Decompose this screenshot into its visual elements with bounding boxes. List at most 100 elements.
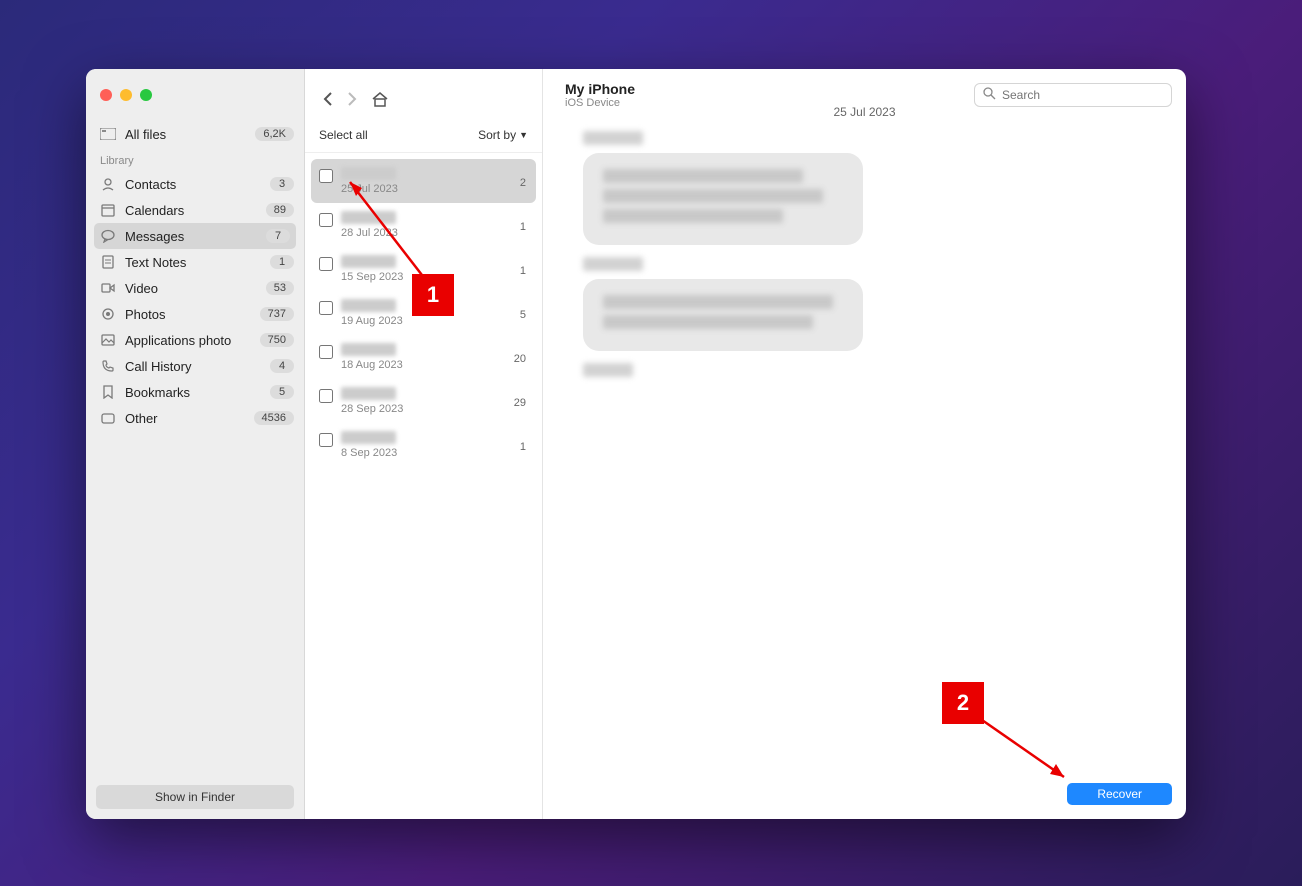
conversation-item[interactable]: 18 Aug 202320 — [311, 335, 536, 379]
conversation-date-header: 25 Jul 2023 — [833, 105, 895, 119]
contact-name-blurred — [341, 299, 396, 312]
conversation-item[interactable]: 8 Sep 20231 — [311, 423, 536, 467]
sidebar-item-text-notes[interactable]: Text Notes1 — [86, 249, 304, 275]
search-icon — [983, 87, 996, 103]
contact-name-blurred — [341, 431, 396, 444]
chevron-down-icon: ▼ — [519, 130, 528, 140]
conversation-date: 19 Aug 2023 — [341, 315, 528, 327]
conversation-date: 8 Sep 2023 — [341, 447, 528, 459]
forward-button[interactable] — [347, 92, 357, 111]
page-title: My iPhone — [565, 81, 635, 97]
message-count: 1 — [520, 441, 526, 453]
sidebar-item-contacts[interactable]: Contacts 3 — [86, 171, 304, 197]
sidebar-item-other[interactable]: Other4536 — [86, 405, 304, 431]
maximize-window-button[interactable] — [140, 89, 152, 101]
sidebar-item-applications-photo[interactable]: Applications photo 750 — [86, 327, 304, 353]
search-input[interactable] — [1002, 88, 1163, 102]
messages-icon — [100, 228, 116, 244]
sidebar-badge: 737 — [260, 307, 294, 321]
message-count: 29 — [514, 397, 526, 409]
sidebar-item-label: Contacts — [125, 177, 176, 192]
conversation-checkbox[interactable] — [319, 213, 333, 227]
home-button[interactable] — [371, 91, 389, 112]
sidebar-badge: 89 — [266, 203, 294, 217]
sidebar-badge: 7 — [266, 229, 290, 243]
message-count: 20 — [514, 353, 526, 365]
contact-name-blurred — [341, 343, 396, 356]
call-icon — [100, 358, 116, 374]
sidebar: All files 6,2K Library Contacts 3 Calendar… — [86, 69, 305, 819]
message-count: 5 — [520, 309, 526, 321]
conversation-checkbox[interactable] — [319, 301, 333, 315]
conversation-list: 25 Jul 2023228 Jul 2023115 Sep 2023119 A… — [305, 153, 542, 819]
message-count: 2 — [520, 177, 526, 189]
sidebar-item-all-files[interactable]: All files 6,2K — [86, 121, 304, 147]
other-icon — [100, 410, 116, 426]
conversation-checkbox[interactable] — [319, 257, 333, 271]
sidebar-item-photos[interactable]: Photos737 — [86, 301, 304, 327]
contact-name-blurred — [341, 387, 396, 400]
page-subtitle: iOS Device — [565, 97, 635, 109]
search-field[interactable] — [974, 83, 1172, 107]
sender-label-blurred — [583, 131, 643, 145]
message-content-panel: My iPhone iOS Device 25 Jul 2023 — [543, 69, 1186, 819]
allfiles-icon — [100, 126, 116, 142]
sender-label-blurred — [583, 257, 643, 271]
conversation-checkbox[interactable] — [319, 345, 333, 359]
bookmark-icon — [100, 384, 116, 400]
recover-button[interactable]: Recover — [1067, 783, 1172, 805]
sidebar-badge: 5 — [270, 385, 294, 399]
conversation-date: 18 Aug 2023 — [341, 359, 528, 371]
calendar-icon — [100, 202, 116, 218]
sidebar-badge: 53 — [266, 281, 294, 295]
sidebar-item-label: Applications photo — [125, 333, 231, 348]
sort-by-label: Sort by — [478, 128, 516, 142]
sidebar-section-header: Library — [86, 151, 304, 171]
photos-icon — [100, 306, 116, 322]
toolbar — [305, 79, 407, 120]
select-all-button[interactable]: Select all — [319, 128, 368, 142]
sidebar-item-video[interactable]: Video53 — [86, 275, 304, 301]
message-count: 1 — [520, 265, 526, 277]
sidebar-badge: 6,2K — [255, 127, 294, 141]
sidebar-badge: 3 — [270, 177, 294, 191]
contact-name-blurred — [341, 255, 396, 268]
sender-label-blurred — [583, 363, 633, 377]
sidebar-badge: 4536 — [254, 411, 294, 425]
conversation-item[interactable]: 15 Sep 20231 — [311, 247, 536, 291]
conversation-date: 15 Sep 2023 — [341, 271, 528, 283]
conversation-item[interactable]: 19 Aug 20235 — [311, 291, 536, 335]
close-window-button[interactable] — [100, 89, 112, 101]
contacts-icon — [100, 176, 116, 192]
sidebar-badge: 4 — [270, 359, 294, 373]
conversation-checkbox[interactable] — [319, 389, 333, 403]
sidebar-item-label: All files — [125, 127, 166, 142]
sidebar-item-label: Messages — [125, 229, 184, 244]
minimize-window-button[interactable] — [120, 89, 132, 101]
conversation-item[interactable]: 28 Jul 20231 — [311, 203, 536, 247]
sidebar-item-call-history[interactable]: Call History 4 — [86, 353, 304, 379]
sidebar-badge: 750 — [260, 333, 294, 347]
message-bubbles — [543, 125, 1186, 391]
sidebar-item-label: Call History — [125, 359, 191, 374]
app-window: All files 6,2K Library Contacts 3 Calendar… — [86, 69, 1186, 819]
conversation-item[interactable]: 25 Jul 20232 — [311, 159, 536, 203]
show-in-finder-button[interactable]: Show in Finder — [96, 785, 294, 809]
conversation-checkbox[interactable] — [319, 433, 333, 447]
sidebar-item-bookmarks[interactable]: Bookmarks 5 — [86, 379, 304, 405]
back-button[interactable] — [323, 92, 333, 111]
message-bubble — [583, 279, 863, 351]
conversation-item[interactable]: 28 Sep 202329 — [311, 379, 536, 423]
contact-name-blurred — [341, 167, 396, 180]
conversation-list-panel: Select all Sort by ▼ 25 Jul 2023228 Jul … — [305, 69, 543, 819]
sort-by-dropdown[interactable]: Sort by ▼ — [478, 128, 528, 142]
sidebar-item-label: Bookmarks — [125, 385, 190, 400]
conversation-date: 28 Jul 2023 — [341, 227, 528, 239]
sidebar-item-messages[interactable]: Messages 7 — [94, 223, 296, 249]
sidebar-item-calendars[interactable]: Calendars 89 — [86, 197, 304, 223]
sidebar-item-label: Text Notes — [125, 255, 186, 270]
conversation-date: 28 Sep 2023 — [341, 403, 528, 415]
window-controls — [86, 83, 304, 121]
conversation-checkbox[interactable] — [319, 169, 333, 183]
sidebar-item-label: Calendars — [125, 203, 184, 218]
